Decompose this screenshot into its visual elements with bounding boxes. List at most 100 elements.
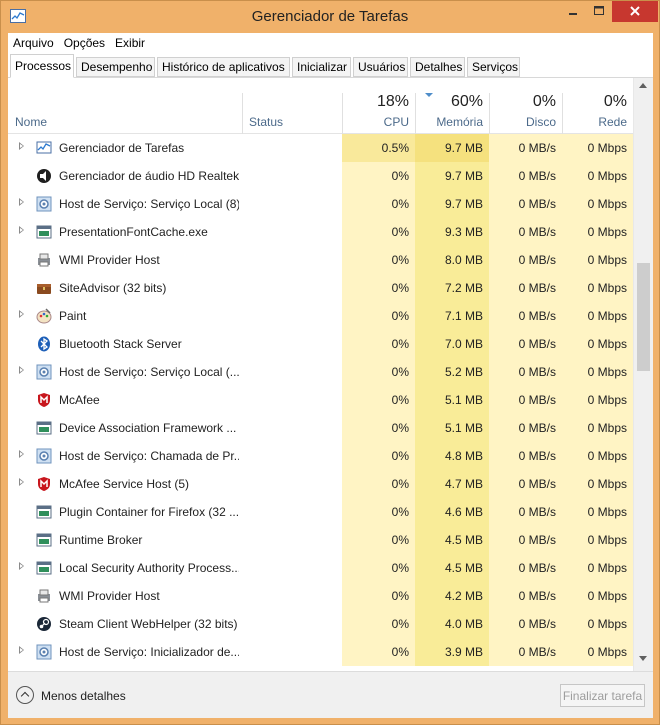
menu-opcoes[interactable]: Opções [59, 33, 110, 50]
window-icon [36, 420, 52, 436]
scroll-up-arrow-icon[interactable] [639, 83, 647, 88]
process-name: Host de Serviço: Serviço Local (8) [59, 197, 239, 211]
footer-bar: Menos detalhes Finalizar tarefa [8, 671, 653, 718]
window-icon [36, 224, 52, 240]
process-row[interactable]: Local Security Authority Process... 0% 4.5… [8, 554, 633, 582]
process-row[interactable]: Steam Client WebHelper (32 bits) 0% 4.0 MB… [8, 610, 633, 638]
tab-historico[interactable]: Histórico de aplicativos [157, 57, 290, 77]
expand-arrow-icon[interactable] [19, 366, 24, 374]
close-button[interactable] [612, 1, 658, 22]
menu-arquivo[interactable]: Arquivo [8, 33, 59, 50]
process-row[interactable]: Host de Serviço: Serviço Local (8) 0% 9.7 … [8, 190, 633, 218]
expand-arrow-icon[interactable] [19, 478, 24, 486]
process-row[interactable]: Host de Serviço: Serviço Local (... 0% 5.2… [8, 358, 633, 386]
process-row[interactable]: McAfee Service Host (5) 0% 4.7 MB 0 MB/s 0 M… [8, 470, 633, 498]
task-manager-window: Gerenciador de Tarefas Arquivo Opções Exib… [0, 0, 660, 725]
process-row[interactable]: Runtime Broker 0% 4.5 MB 0 MB/s 0 Mbps [8, 526, 633, 554]
scroll-thumb[interactable] [637, 263, 650, 371]
process-memory: 4.7 MB [415, 470, 489, 498]
process-row[interactable]: SiteAdvisor (32 bits) 0% 7.2 MB 0 MB/s 0 Mbp… [8, 274, 633, 302]
process-cpu: 0% [342, 470, 415, 498]
process-row[interactable]: PresentationFontCache.exe 0% 9.3 MB 0 MB/s 0… [8, 218, 633, 246]
process-cpu: 0.5% [342, 134, 415, 162]
column-cpu[interactable]: 18% CPU [342, 78, 415, 134]
memory-total-percent: 60% [450, 93, 483, 110]
process-name: Steam Client WebHelper (32 bits) [59, 617, 238, 631]
window-icon [36, 560, 52, 576]
process-disk: 0 MB/s [489, 218, 562, 246]
process-disk: 0 MB/s [489, 498, 562, 526]
process-disk: 0 MB/s [489, 470, 562, 498]
column-status[interactable]: Status [243, 78, 342, 134]
tab-servicos[interactable]: Serviços [467, 57, 520, 77]
tab-inicializar[interactable]: Inicializar [292, 57, 351, 77]
expand-arrow-icon[interactable] [19, 450, 24, 458]
steam-icon [36, 616, 52, 632]
minimize-button[interactable] [560, 1, 586, 22]
process-name: Local Security Authority Process... [59, 561, 239, 575]
chest-icon [36, 280, 52, 296]
scroll-down-arrow-icon[interactable] [639, 656, 647, 661]
process-row[interactable]: Gerenciador de Tarefas 0.5% 9.7 MB 0 MB/s 0 … [8, 134, 633, 162]
process-name: Host de Serviço: Serviço Local (... [59, 365, 239, 379]
process-cpu: 0% [342, 386, 415, 414]
process-name: WMI Provider Host [59, 589, 160, 603]
expand-arrow-icon[interactable] [19, 198, 24, 206]
task-manager-icon [36, 140, 52, 156]
process-row[interactable]: Gerenciador de áudio HD Realtek 0% 9.7 MB 0… [8, 162, 633, 190]
process-name: Host de Serviço: Chamada de Pr... [59, 449, 239, 463]
process-row[interactable]: Host de Serviço: Inicializador de... 0% 3.… [8, 638, 633, 666]
process-network: 0 Mbps [562, 610, 633, 638]
vertical-scrollbar[interactable] [633, 78, 653, 671]
process-row[interactable]: McAfee 0% 5.1 MB 0 MB/s 0 Mbps [8, 386, 633, 414]
process-memory: 4.6 MB [415, 498, 489, 526]
column-disk[interactable]: 0% Disco [489, 78, 562, 134]
process-network: 0 Mbps [562, 386, 633, 414]
process-row[interactable]: Bluetooth Stack Server 0% 7.0 MB 0 MB/s 0 Mb… [8, 330, 633, 358]
process-memory: 4.5 MB [415, 554, 489, 582]
tab-processos[interactable]: Processos [10, 54, 74, 78]
process-name: Gerenciador de áudio HD Realtek [59, 169, 239, 183]
process-memory: 3.9 MB [415, 638, 489, 666]
maximize-button[interactable] [586, 1, 612, 22]
process-cpu: 0% [342, 442, 415, 470]
expand-arrow-icon[interactable] [19, 310, 24, 318]
process-row[interactable]: WMI Provider Host 0% 4.2 MB 0 MB/s 0 Mbps [8, 582, 633, 610]
column-name[interactable]: Nome [8, 78, 242, 134]
process-network: 0 Mbps [562, 330, 633, 358]
process-memory: 4.8 MB [415, 442, 489, 470]
end-task-button[interactable]: Finalizar tarefa [560, 684, 645, 707]
process-network: 0 Mbps [562, 162, 633, 190]
expand-arrow-icon[interactable] [19, 226, 24, 234]
process-cpu: 0% [342, 638, 415, 666]
process-disk: 0 MB/s [489, 554, 562, 582]
process-cpu: 0% [342, 274, 415, 302]
process-row[interactable]: Host de Serviço: Chamada de Pr... 0% 4.8 M… [8, 442, 633, 470]
tab-desempenho[interactable]: Desempenho [76, 57, 155, 77]
menu-exibir[interactable]: Exibir [110, 33, 150, 50]
expand-arrow-icon[interactable] [19, 142, 24, 150]
expand-arrow-icon[interactable] [19, 646, 24, 654]
process-cpu: 0% [342, 218, 415, 246]
process-row[interactable]: Plugin Container for Firefox (32 ... 0% 4.… [8, 498, 633, 526]
process-network: 0 Mbps [562, 442, 633, 470]
process-name: PresentationFontCache.exe [59, 225, 208, 239]
process-network: 0 Mbps [562, 246, 633, 274]
chevron-up-icon [16, 686, 34, 704]
expand-arrow-icon[interactable] [19, 562, 24, 570]
tab-usuarios[interactable]: Usuários [353, 57, 408, 77]
column-network[interactable]: 0% Rede [562, 78, 633, 134]
title-bar[interactable]: Gerenciador de Tarefas [1, 1, 659, 33]
network-total-percent: 0% [603, 93, 627, 110]
tab-detalhes[interactable]: Detalhes [410, 57, 465, 77]
process-row[interactable]: WMI Provider Host 0% 8.0 MB 0 MB/s 0 Mbps [8, 246, 633, 274]
column-memory[interactable]: 60% Memória [415, 78, 489, 134]
gear-icon [36, 448, 52, 464]
column-name-label: Nome [15, 115, 48, 129]
process-cpu: 0% [342, 414, 415, 442]
process-cpu: 0% [342, 190, 415, 218]
process-row[interactable]: Device Association Framework ... 0% 5.1 MB… [8, 414, 633, 442]
process-cpu: 0% [342, 302, 415, 330]
process-row[interactable]: Paint 0% 7.1 MB 0 MB/s 0 Mbps [8, 302, 633, 330]
process-name: Host de Serviço: Inicializador de... [59, 645, 239, 659]
